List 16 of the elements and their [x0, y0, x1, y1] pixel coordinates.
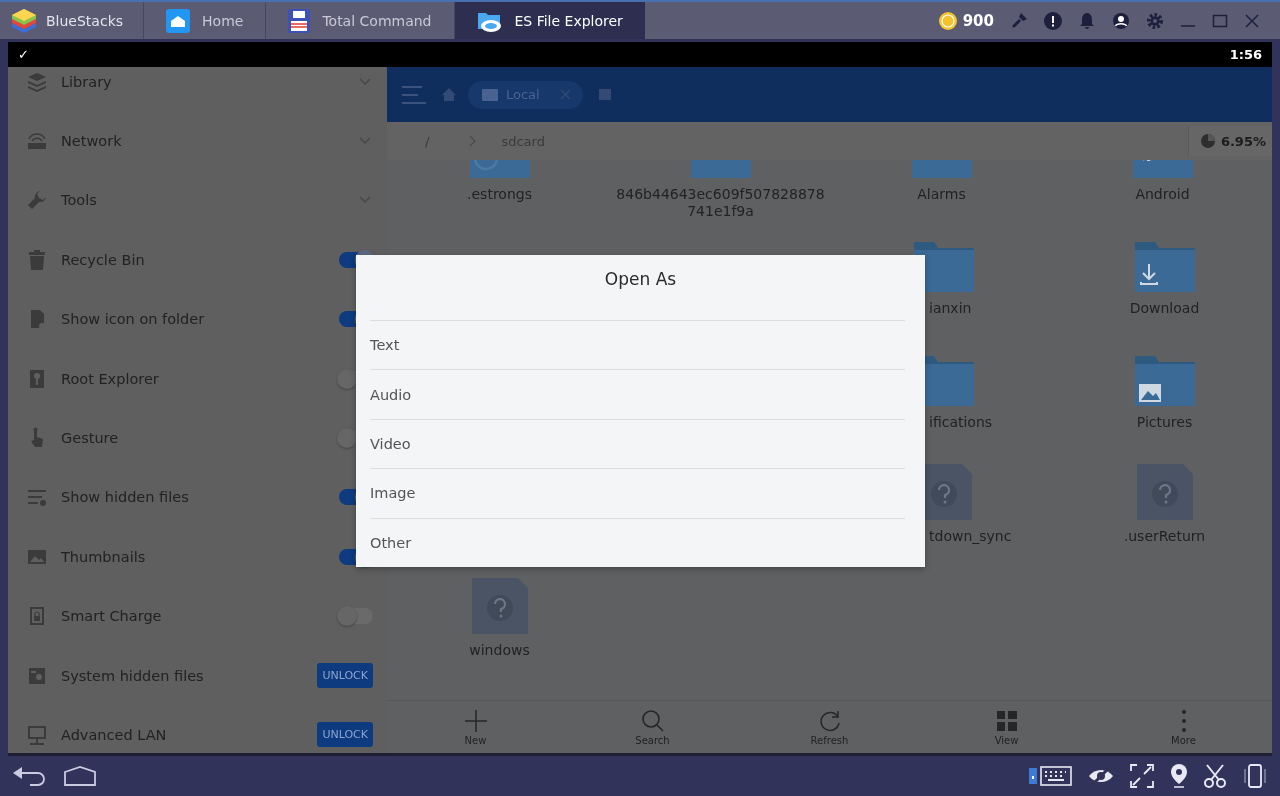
file-name: Android: [1135, 186, 1190, 203]
file-name: .userReturn: [1123, 528, 1206, 545]
file-name: Alarms: [917, 186, 966, 203]
file-name: ifications: [929, 414, 993, 431]
file-name: tdown_sync: [929, 528, 1012, 545]
file-name: Download: [1129, 300, 1200, 317]
file-name: Pictures: [1136, 414, 1193, 431]
dialog-title: Open As: [604, 268, 677, 291]
file-name: 846b44643ec609f507828878741e1f9a: [615, 186, 826, 220]
status-time: 1:56: [1229, 47, 1262, 62]
file-name: windows: [469, 642, 530, 659]
file-name: .estrongs: [467, 186, 532, 203]
file-name: ianxin: [929, 300, 972, 317]
app-name: BlueStacks: [46, 12, 124, 29]
status-check: ✓: [18, 47, 29, 62]
coin-count: 900: [962, 11, 994, 30]
